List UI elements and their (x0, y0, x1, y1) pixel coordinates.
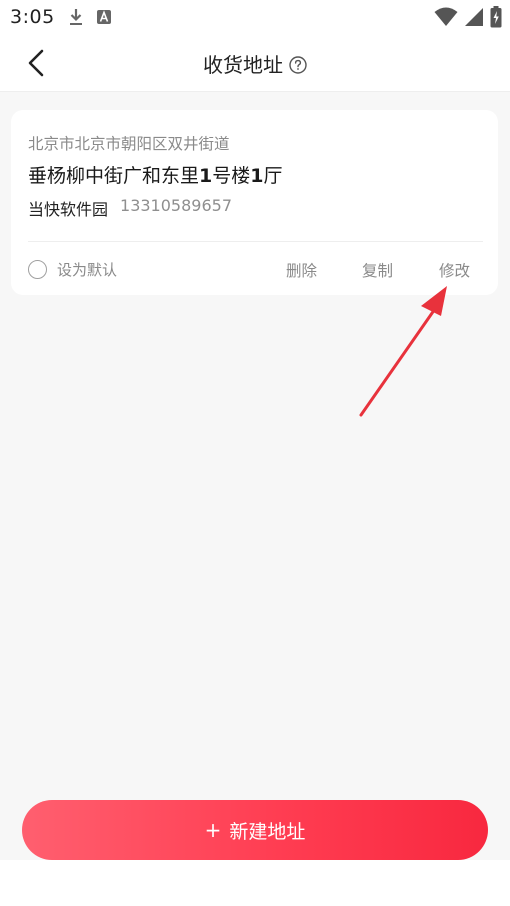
status-time: 3:05 (10, 6, 55, 28)
address-detail-prefix: 垂杨柳中街广和东里 (28, 165, 200, 187)
radio-circle-icon[interactable] (28, 259, 47, 279)
address-detail-suffix: 厅 (263, 165, 283, 187)
address-detail-building-number: 1 (199, 165, 213, 187)
status-right-icons (434, 6, 502, 28)
set-default-label: 设为默认 (57, 260, 118, 279)
edit-button[interactable]: 修改 (439, 259, 470, 281)
nav-bar: 收货地址 (0, 34, 510, 92)
page-title: 收货地址 (203, 52, 283, 77)
screen: 3:05 收货地址 北京市北京市朝阳区双井街道 垂杨柳中街广和东里1号楼1厅 当… (0, 0, 510, 906)
a-letter-icon (97, 10, 111, 24)
status-left-icons (68, 8, 112, 26)
wifi-icon (434, 7, 458, 26)
contact-line: 当快软件园 13310589657 (28, 196, 232, 220)
delete-button[interactable]: 删除 (286, 259, 317, 281)
address-detail: 垂杨柳中街广和东里1号楼1厅 (28, 161, 283, 188)
nav-title-wrap: 收货地址 (0, 34, 510, 92)
download-icon (70, 9, 82, 25)
address-card[interactable]: 北京市北京市朝阳区双井街道 垂杨柳中街广和东里1号楼1厅 当快软件园 13310… (11, 110, 498, 295)
battery-charging-icon (490, 6, 502, 28)
address-detail-mid: 号楼 (212, 165, 251, 187)
address-detail-room-number: 1 (250, 165, 264, 187)
card-divider (28, 241, 483, 242)
new-address-label: 新建地址 (229, 820, 306, 843)
status-bar: 3:05 (0, 0, 510, 34)
address-region: 北京市北京市朝阳区双井街道 (28, 135, 230, 153)
copy-button[interactable]: 复制 (362, 259, 393, 281)
contact-name: 当快软件园 (28, 200, 109, 219)
contact-phone: 13310589657 (120, 196, 232, 215)
plus-icon: + (204, 818, 222, 842)
question-circle-icon[interactable] (289, 55, 307, 74)
signal-icon (465, 8, 483, 26)
bottom-safe-area (0, 860, 510, 906)
set-default-toggle[interactable]: 设为默认 (28, 257, 117, 281)
new-address-button[interactable]: + 新建地址 (22, 800, 488, 860)
